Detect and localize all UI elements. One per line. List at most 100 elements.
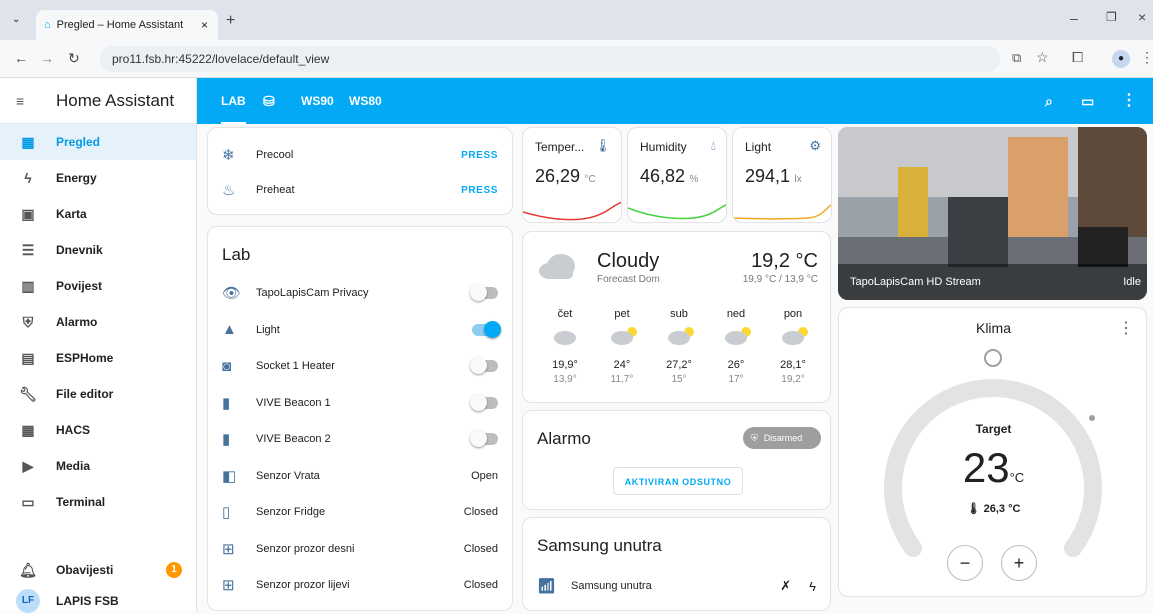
avatar: LF (16, 589, 40, 613)
toggle-switch[interactable] (472, 320, 501, 338)
url-field[interactable]: pro11.fsb.hr:45222/lovelace/default_view (100, 46, 1000, 72)
tab-ws80[interactable]: WS80 (349, 78, 382, 124)
url-text: pro11.fsb.hr:45222/lovelace/default_view (112, 52, 330, 66)
list-icon: ☰ (21, 241, 35, 258)
map-icon: ▣ (21, 205, 35, 222)
new-tab-icon[interactable]: + (226, 12, 235, 30)
lamp-icon: ▲ (222, 321, 237, 338)
thermometer-icon: 🌡︎ (966, 503, 981, 515)
restore-icon[interactable]: ❐ (1106, 10, 1117, 24)
collapse-menu-icon[interactable]: ≡ (16, 93, 56, 109)
toggle-switch[interactable] (470, 393, 498, 411)
sidebar-item-9[interactable]: ▶ Media (0, 448, 196, 484)
tab-lab[interactable]: LAB (221, 78, 246, 124)
sidebar-item-5[interactable]: ⛨ Alarmo (0, 304, 196, 340)
bookmark-star-icon[interactable]: ☆ (1036, 49, 1049, 66)
partly-cloudy-icon (782, 327, 808, 345)
sidebar-item-7[interactable]: 🔧︎ File editor (0, 376, 196, 412)
arm-away-button[interactable]: AKTIVIRAN ODSUTNO (613, 467, 743, 495)
decrease-button[interactable]: − (947, 545, 983, 581)
preheat-press-button[interactable]: PRESS (461, 185, 498, 196)
sidebar-item-2[interactable]: ▣ Karta (0, 196, 196, 232)
forecast-low: 17° (728, 374, 744, 385)
lab-row[interactable]: ⊞ Senzor prozor lijevi Closed (222, 567, 498, 603)
sensor-card[interactable]: Humidity 💧︎ 46,82 % (627, 127, 727, 223)
sidebar-item-3[interactable]: ☰ Dnevnik (0, 232, 196, 268)
sidebar-item-label: ESPHome (56, 351, 114, 365)
samsung-row: 📶︎ Samsung unutra ✗ ϟ (537, 568, 816, 604)
lab-row[interactable]: ▮ VIVE Beacon 1 (222, 385, 498, 421)
profile-icon[interactable]: ● (1112, 50, 1130, 68)
minimize-icon[interactable]: – (1070, 10, 1078, 26)
sidebar-item-1[interactable]: ϟ Energy (0, 160, 196, 196)
sidebar-item-user[interactable]: LF LAPIS FSB (0, 588, 196, 614)
partly-cloudy-icon (668, 327, 694, 345)
target-temperature: 23°C (839, 444, 1148, 492)
lab-row[interactable]: ◧ Senzor Vrata Open (222, 458, 498, 494)
increase-button[interactable]: + (1001, 545, 1037, 581)
alarm-status-text: Disarmed (763, 433, 803, 443)
lab-entities-card: Lab 👁︎ TapoLapisCam Privacy ▲ Light ◙ Socket … (207, 226, 513, 611)
sidebar-item-label: Energy (56, 171, 97, 185)
home-assistant-favicon-icon: ⌂ (44, 19, 51, 31)
weather-source: Forecast Dom (597, 274, 660, 285)
lab-row-name: Senzor Vrata (256, 469, 320, 482)
forecast-day: čet 19,9° 13,9° (537, 308, 593, 385)
toggle-switch[interactable] (470, 357, 498, 374)
toggle-switch[interactable] (470, 284, 498, 301)
forecast-day-name: sub (670, 308, 688, 320)
dashboard-toolbar: LAB ⛁ WS90 WS80 ⌕ ▭ ⋮ (197, 78, 1153, 124)
camera-card[interactable]: TapoLapisCam HD Stream Idle (838, 127, 1147, 300)
reload-icon[interactable]: ↻ (68, 50, 80, 67)
power-on-icon[interactable]: ϟ (809, 579, 816, 594)
weather-card[interactable]: Cloudy Forecast Dom 19,2 °C 19,9 °C / 13… (522, 231, 831, 403)
forecast-day-name: ned (726, 308, 746, 320)
lab-row[interactable]: ▯ Senzor Fridge Closed (222, 494, 498, 530)
sensor-sparkline (628, 204, 726, 220)
sidebar-item-6[interactable]: ▤ ESPHome (0, 340, 196, 376)
sensor-card[interactable]: Light ⚙ 294,1 lx (732, 127, 832, 223)
extensions-icon[interactable]: ⧠ (1072, 49, 1083, 66)
browser-tab[interactable]: ⌂ Pregled – Home Assistant × (36, 10, 218, 40)
lab-row[interactable]: ⊞ Senzor prozor desni Closed (222, 531, 498, 567)
sensor-card[interactable]: Temper... 🌡︎ 26,29 °C (522, 127, 622, 223)
lab-row[interactable]: ◙ Socket 1 Heater (222, 348, 498, 384)
forecast-high: 19,9° (552, 359, 578, 371)
climate-menu-icon[interactable]: ⋮ (1118, 318, 1134, 338)
lab-row[interactable]: ▲ Light (222, 312, 501, 348)
search-icon[interactable]: ⌕ (1045, 78, 1053, 124)
tab-ws90[interactable]: WS90 (301, 78, 334, 124)
target-label: Target (975, 422, 1012, 436)
assist-icon[interactable]: ▭ (1081, 78, 1094, 124)
browser-menu-icon[interactable]: ⋮ (1140, 49, 1153, 66)
close-window-icon[interactable]: × (1138, 9, 1146, 25)
toolbar-menu-icon[interactable]: ⋮ (1121, 78, 1137, 124)
tab-list-icon[interactable]: ⌄ (12, 14, 20, 25)
lab-row[interactable]: ▮ VIVE Beacon 2 (222, 421, 498, 457)
precool-press-button[interactable]: PRESS (461, 150, 498, 161)
browser-tab-strip: ⌄ ⌂ Pregled – Home Assistant × + – ❐ × (0, 0, 1153, 40)
dial-handle[interactable] (984, 349, 1002, 367)
beacon-icon: ▮ (222, 431, 231, 448)
sidebar-item-0[interactable]: ▦ Pregled (0, 124, 196, 160)
cast-icon[interactable]: ⧉ (1012, 50, 1021, 66)
sidebar-item-8[interactable]: ▦ HACS (0, 412, 196, 448)
sidebar: ≡ Home Assistant ▦ Pregled ϟ Energy ▣ Karta ☰ D… (0, 78, 197, 614)
lab-row-name: Socket 1 Heater (256, 360, 335, 372)
forecast-day: pet 24° 11,7° (594, 308, 650, 385)
sidebar-item-notifications[interactable]: 🔔︎ Obavijesti 1 (0, 552, 196, 588)
forward-icon[interactable]: → (40, 50, 54, 66)
target-unit: °C (1009, 470, 1025, 485)
lab-row[interactable]: 👁︎ TapoLapisCam Privacy (222, 275, 498, 311)
back-icon[interactable]: ← (14, 50, 28, 66)
sidebar-title: Home Assistant (56, 90, 175, 110)
partly-cloudy-icon (611, 327, 637, 345)
power-off-icon[interactable]: ✗ (780, 578, 791, 594)
user-name: LAPIS FSB (56, 594, 119, 608)
database-icon[interactable]: ⛁ (263, 78, 275, 124)
close-tab-icon[interactable]: × (201, 18, 208, 32)
toggle-switch[interactable] (470, 430, 498, 447)
sidebar-item-4[interactable]: ▥ Povijest (0, 268, 196, 304)
sidebar-item-10[interactable]: ▭ Terminal (0, 484, 196, 520)
shield-icon: ⛨ (22, 313, 34, 330)
